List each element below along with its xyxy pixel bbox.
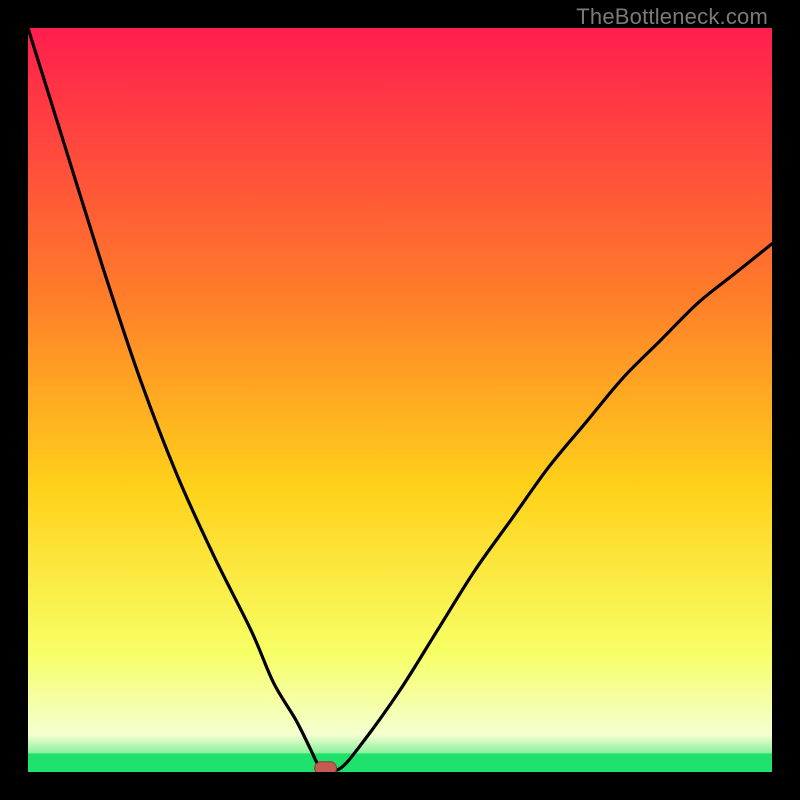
ideal-band <box>28 753 772 772</box>
plot-area <box>28 28 772 772</box>
chart-svg <box>28 28 772 772</box>
watermark-text: TheBottleneck.com <box>576 4 768 30</box>
chart-container: TheBottleneck.com <box>0 0 800 800</box>
optimal-marker <box>315 762 337 772</box>
gradient-background <box>28 28 772 772</box>
